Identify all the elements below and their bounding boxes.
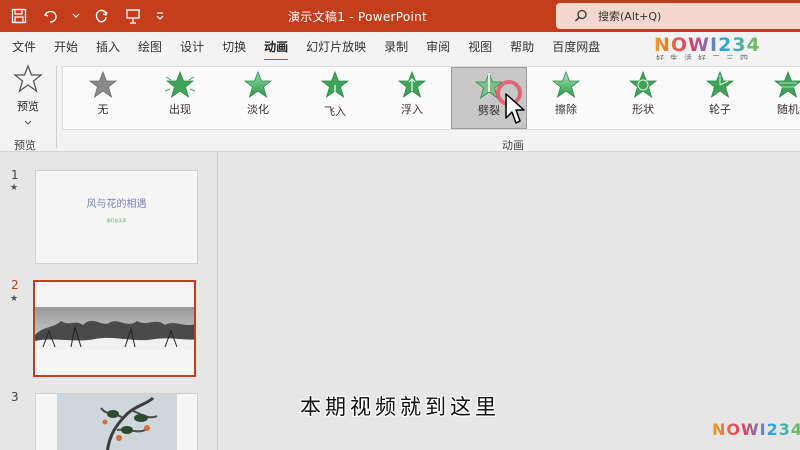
animation-star-icon: ★ [10, 183, 19, 193]
tab-file[interactable]: 文件 [12, 38, 36, 55]
animation-appear[interactable]: 出现 [142, 67, 218, 129]
animation-star-icon: ★ [10, 294, 19, 304]
star-randombars-icon [773, 71, 800, 98]
slide-number: 2 [11, 278, 19, 292]
watermark-bottom: NOWI234 [712, 420, 800, 439]
animation-label: 出现 [169, 103, 191, 116]
animation-label: 无 [97, 103, 109, 116]
star-shape-icon [628, 71, 658, 98]
customize-icon [156, 12, 164, 20]
group-separator [56, 66, 57, 148]
star-flyin-icon [320, 71, 350, 101]
animation-fly-in[interactable]: 飞入 [297, 67, 373, 129]
tab-home[interactable]: 开始 [54, 38, 78, 55]
animation-label: 浮入 [401, 103, 423, 116]
title-bar: 演示文稿1 - PowerPoint 搜索(Alt+Q) [0, 0, 800, 32]
search-icon [566, 9, 596, 23]
mouse-cursor-icon [505, 93, 525, 124]
tab-help[interactable]: 帮助 [510, 38, 534, 55]
animation-label: 淡化 [247, 103, 269, 116]
tab-animations[interactable]: 动画 [264, 38, 289, 61]
undo-icon [43, 10, 57, 23]
preview-label: 预览 [17, 100, 39, 113]
preview-star-icon [13, 64, 43, 93]
chevron-down-icon [72, 13, 80, 18]
animation-label: 飞入 [324, 105, 346, 118]
redo-icon [95, 9, 108, 23]
slide-number: 1 [11, 168, 19, 182]
customize-qat-button[interactable] [154, 5, 166, 27]
preview-group-label: 预览 [14, 139, 36, 152]
animation-label: 随机线条 [777, 103, 800, 116]
winter-forest-image [35, 307, 194, 350]
animation-float-in[interactable]: 浮入 [374, 67, 450, 129]
star-appear-icon [164, 71, 196, 98]
search-box[interactable]: 搜索(Alt+Q) [556, 3, 800, 29]
star-wheel-icon [705, 71, 735, 98]
undo-button[interactable] [40, 5, 62, 27]
redo-button[interactable] [90, 5, 112, 27]
animation-none[interactable]: 无 [65, 67, 141, 129]
tab-baidu-netdisk[interactable]: 百度网盘 [552, 38, 600, 55]
slide-thumbnail-1[interactable]: 风与花的相遇 雨打花无声 [35, 170, 198, 264]
document-title: 演示文稿1 - PowerPoint [288, 10, 428, 24]
slide-thumbnail-2[interactable] [33, 280, 196, 377]
tab-slideshow[interactable]: 幻灯片放映 [306, 38, 366, 55]
tab-insert[interactable]: 插入 [96, 38, 120, 55]
tab-review[interactable]: 审阅 [426, 38, 450, 55]
animations-ribbon: 预览 预览 无 出现 淡化 飞入 浮入 劈裂 擦除 形状 轮子 随机 动画 [0, 60, 800, 152]
animation-label: 形状 [632, 103, 654, 116]
animation-fade[interactable]: 淡化 [220, 67, 296, 129]
chevron-down-icon [24, 120, 32, 125]
animation-random-bars[interactable]: 随机线条 [759, 67, 800, 129]
search-placeholder: 搜索(Alt+Q) [598, 10, 662, 23]
tab-transitions[interactable]: 切换 [222, 38, 246, 55]
quick-access-toolbar [8, 5, 166, 27]
tab-view[interactable]: 视图 [468, 38, 492, 55]
save-button[interactable] [8, 5, 30, 27]
star-none-icon [88, 71, 118, 98]
slide-title: 风与花的相遇 [86, 199, 147, 210]
tab-record[interactable]: 录制 [384, 38, 408, 55]
animation-wipe[interactable]: 擦除 [528, 67, 604, 129]
presentation-icon [126, 9, 140, 24]
tab-design[interactable]: 设计 [180, 38, 204, 55]
animation-label: 擦除 [555, 103, 577, 116]
animation-label: 轮子 [709, 103, 731, 116]
animation-group-label: 动画 [502, 139, 524, 152]
animation-wheel[interactable]: 轮子 [682, 67, 758, 129]
star-fade-icon [243, 71, 273, 98]
star-wipe-icon [551, 71, 581, 98]
star-floatin-icon [397, 71, 427, 98]
save-icon [11, 8, 27, 24]
present-button[interactable] [122, 5, 144, 27]
animation-split[interactable]: 劈裂 [451, 67, 527, 129]
video-subtitle: 本期视频就到这里 [300, 395, 500, 419]
preview-button[interactable]: 预览 [6, 64, 50, 148]
slide-subtitle: 雨打花无声 [106, 218, 127, 223]
undo-dropdown[interactable] [72, 5, 80, 27]
animation-shape[interactable]: 形状 [605, 67, 681, 129]
animation-gallery: 无 出现 淡化 飞入 浮入 劈裂 擦除 形状 轮子 随机 [62, 66, 800, 130]
tab-draw[interactable]: 绘图 [138, 38, 162, 55]
